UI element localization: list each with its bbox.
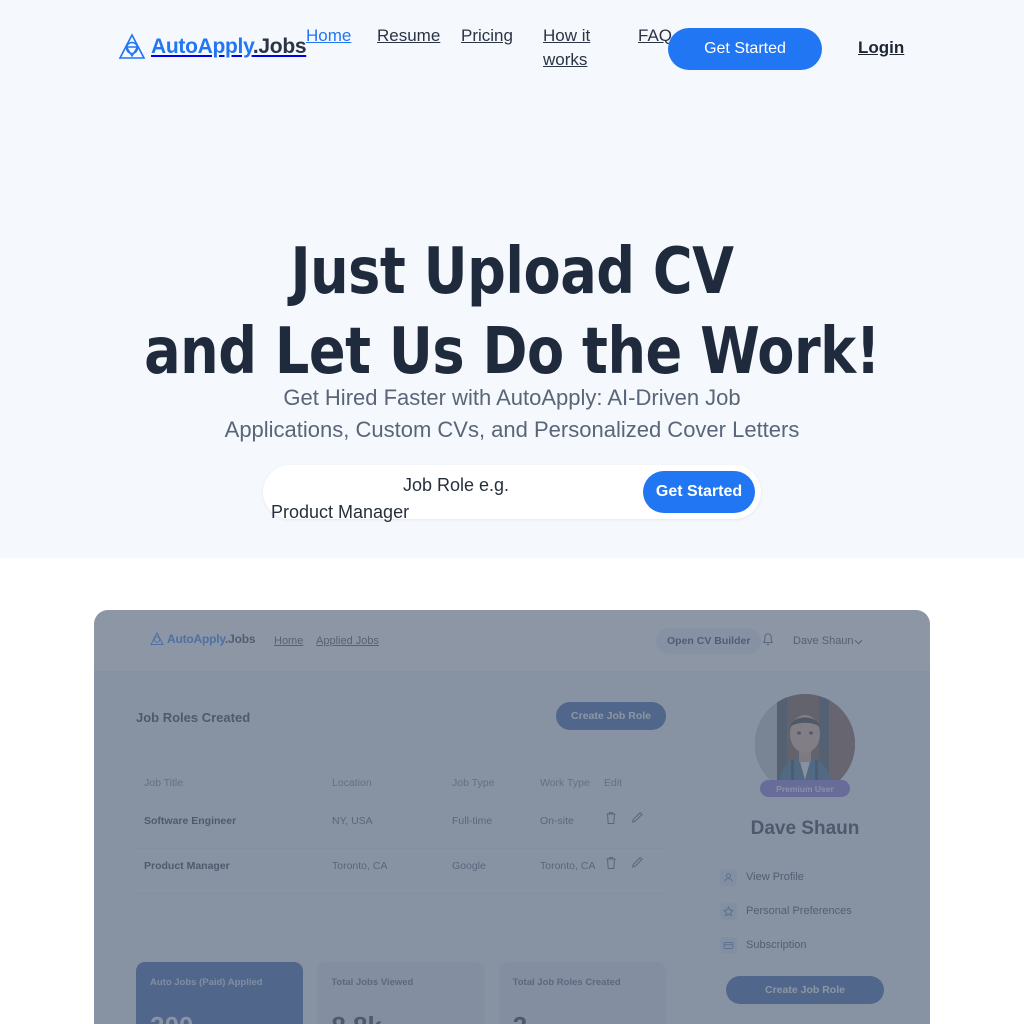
stat-label: Auto Jobs (Paid) Applied: [150, 977, 263, 988]
dashboard-logo[interactable]: AutoApply.Jobs: [150, 632, 256, 646]
avatar-photo-icon: [755, 694, 855, 794]
avatar-wrap: Premium User: [710, 694, 900, 812]
open-cv-builder-button[interactable]: Open CV Builder: [656, 628, 762, 654]
stat-card-total-job-roles-created: Total Job Roles Created 2 out of 6: [498, 962, 666, 1024]
menu-item-view-profile[interactable]: View Profile: [710, 860, 900, 894]
dashboard-body: Job Roles Created Create Job Role Job Ti…: [94, 672, 930, 1024]
table-row[interactable]: Product Manager Toronto, CA Google Toron…: [136, 849, 666, 894]
nav-item-how-it-works[interactable]: How it works: [543, 24, 595, 72]
table-header-job-title: Job Title: [144, 777, 184, 789]
search-placeholder-line1: Job Role e.g.: [402, 475, 510, 495]
job-role-search-bar[interactable]: Job Role e.g. Product Manager Get Starte…: [263, 465, 761, 522]
table-header-location: Location: [332, 777, 372, 789]
stat-value-wrap: 200 out of 500: [150, 1011, 239, 1024]
trash-icon[interactable]: [604, 810, 618, 826]
nav-get-started-button[interactable]: Get Started: [668, 28, 822, 70]
triangle-logo-icon: [118, 33, 146, 59]
hero-subtitle-line1: Get Hired Faster with AutoApply: AI-Driv…: [283, 385, 741, 410]
profile-name: Dave Shaun: [750, 818, 860, 839]
profile-menu: View Profile Personal Preferences Subscr…: [710, 860, 900, 962]
table-header-job-type: Job Type: [452, 777, 495, 789]
menu-item-label: Subscription: [746, 939, 807, 951]
stat-value-wrap: 8.8k: [331, 1011, 388, 1024]
stat-label: Total Jobs Viewed: [331, 977, 414, 988]
row-location: NY, USA: [332, 815, 373, 827]
person-icon: [720, 868, 737, 886]
hero-title-line2: and Let Us Do the Work!: [144, 315, 880, 389]
stat-value: 2: [513, 1011, 527, 1024]
stat-value: 8.8k: [331, 1011, 382, 1024]
stat-card-total-jobs-viewed: Total Jobs Viewed 8.8k: [317, 962, 485, 1024]
table-header-edit: Edit: [604, 777, 623, 789]
site-logo[interactable]: AutoApply.Jobs: [118, 33, 307, 61]
logo-primary: AutoApply: [151, 35, 253, 58]
dashboard-nav-home[interactable]: Home: [274, 635, 303, 647]
row-work-type: On-site: [540, 815, 574, 827]
stat-value: 200: [150, 1011, 193, 1024]
stat-value-wrap: 2 out of 6: [513, 1011, 564, 1024]
row-job-type: Full-time: [452, 815, 493, 827]
row-work-type: Toronto, CA: [540, 860, 596, 872]
nav-item-resume[interactable]: Resume: [377, 24, 457, 48]
menu-item-subscription[interactable]: Subscription: [710, 928, 900, 962]
dashboard-logo-primary: AutoApply: [167, 632, 225, 646]
dashboard-logo-text: AutoApply.Jobs: [167, 632, 256, 646]
hero-subtitle-line2: Applications, Custom CVs, and Personaliz…: [224, 417, 800, 442]
logo-secondary: .Jobs: [252, 35, 307, 58]
table-header-row: Job Title Location Job Type Work Type Ed…: [136, 766, 666, 804]
search-input-placeholder[interactable]: Job Role e.g. Product Manager: [271, 472, 641, 526]
dashboard-user-name[interactable]: Dave Shaun: [793, 635, 854, 647]
stat-cards: Auto Jobs (Paid) Applied 200 out of 500 …: [136, 962, 666, 1024]
card-icon: [720, 936, 737, 954]
pencil-icon[interactable]: [630, 810, 644, 826]
chevron-down-icon[interactable]: [854, 639, 863, 645]
hero-subtitle: Get Hired Faster with AutoApply: AI-Driv…: [0, 382, 1024, 446]
menu-item-personal-preferences[interactable]: Personal Preferences: [710, 894, 900, 928]
row-location: Toronto, CA: [332, 860, 388, 872]
triangle-logo-icon: [150, 632, 164, 645]
job-roles-table: Job Title Location Job Type Work Type Ed…: [136, 766, 666, 894]
hero-title: Just Upload CV and Let Us Do the Work!: [31, 232, 994, 392]
bell-icon[interactable]: [761, 632, 775, 647]
premium-user-badge: Premium User: [760, 780, 850, 797]
top-navbar: AutoApply.Jobs Home Resume Pricing How i…: [0, 0, 1024, 97]
stat-label: Total Job Roles Created: [512, 977, 621, 988]
hero-title-line1: Just Upload CV: [290, 235, 734, 309]
page-root: AutoApply.Jobs Home Resume Pricing How i…: [0, 0, 1024, 1024]
create-job-role-button-top[interactable]: Create Job Role: [556, 702, 666, 730]
nav-item-home[interactable]: Home: [306, 24, 366, 48]
logo-text: AutoApply.Jobs: [151, 35, 307, 59]
create-job-role-button-bottom[interactable]: Create Job Role: [726, 976, 884, 1004]
table-row[interactable]: Software Engineer NY, USA Full-time On-s…: [136, 804, 666, 849]
nav-item-pricing[interactable]: Pricing: [461, 24, 541, 48]
pencil-icon[interactable]: [630, 855, 644, 871]
menu-item-label: Personal Preferences: [746, 905, 852, 917]
dashboard-preview: AutoApply.Jobs Home Applied Jobs Open CV…: [94, 610, 930, 1024]
avatar: [755, 694, 855, 794]
stat-card-auto-jobs-applied: Auto Jobs (Paid) Applied 200 out of 500: [136, 962, 304, 1024]
row-job-type: Google: [452, 860, 486, 872]
search-get-started-button[interactable]: Get Started: [643, 471, 755, 513]
search-placeholder-line2: Product Manager: [271, 502, 410, 522]
row-job-title: Product Manager: [144, 860, 230, 872]
table-header-work-type: Work Type: [540, 777, 590, 789]
row-job-title: Software Engineer: [144, 815, 237, 827]
dashboard-preview-content: AutoApply.Jobs Home Applied Jobs Open CV…: [94, 610, 930, 1024]
dashboard-navbar: AutoApply.Jobs Home Applied Jobs Open CV…: [94, 610, 930, 672]
star-icon: [720, 902, 737, 920]
menu-item-label: View Profile: [746, 871, 804, 883]
dashboard-nav-applied-jobs[interactable]: Applied Jobs: [316, 635, 379, 647]
dashboard-logo-secondary: .Jobs: [224, 632, 256, 646]
trash-icon[interactable]: [604, 855, 618, 871]
profile-panel: Premium User Dave Shaun View Profile Per…: [710, 694, 900, 1004]
login-link[interactable]: Login: [858, 38, 904, 58]
job-roles-panel: Job Roles Created Create Job Role: [136, 702, 666, 730]
